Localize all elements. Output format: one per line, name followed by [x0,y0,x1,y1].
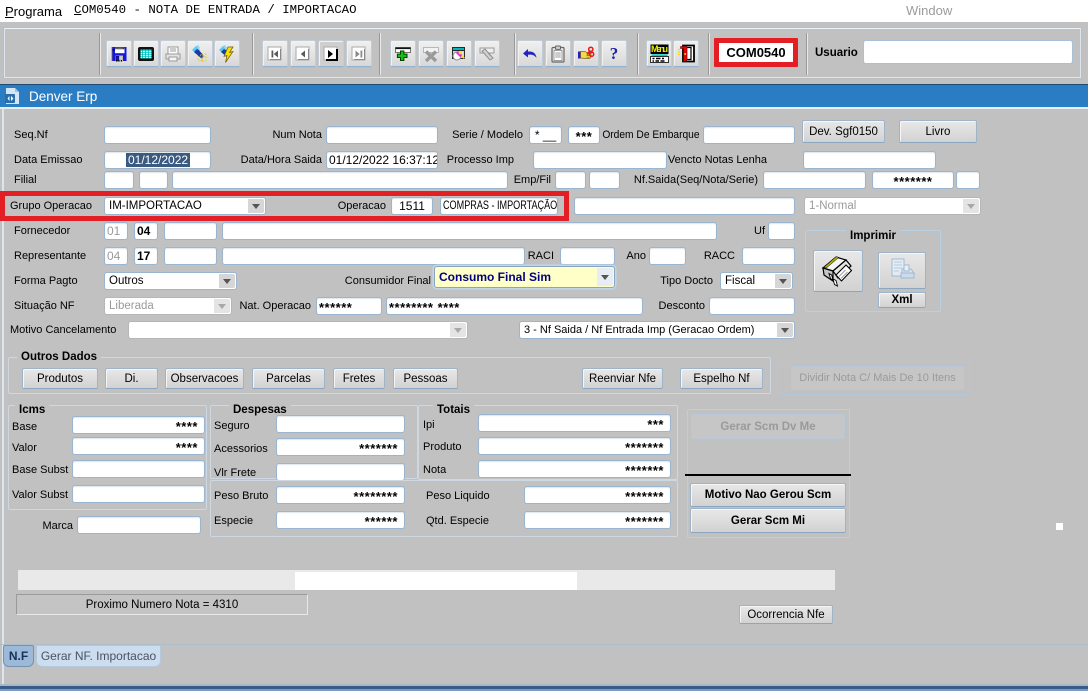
svg-text:?: ? [200,52,206,63]
svg-text:Menu: Menu [651,44,668,54]
